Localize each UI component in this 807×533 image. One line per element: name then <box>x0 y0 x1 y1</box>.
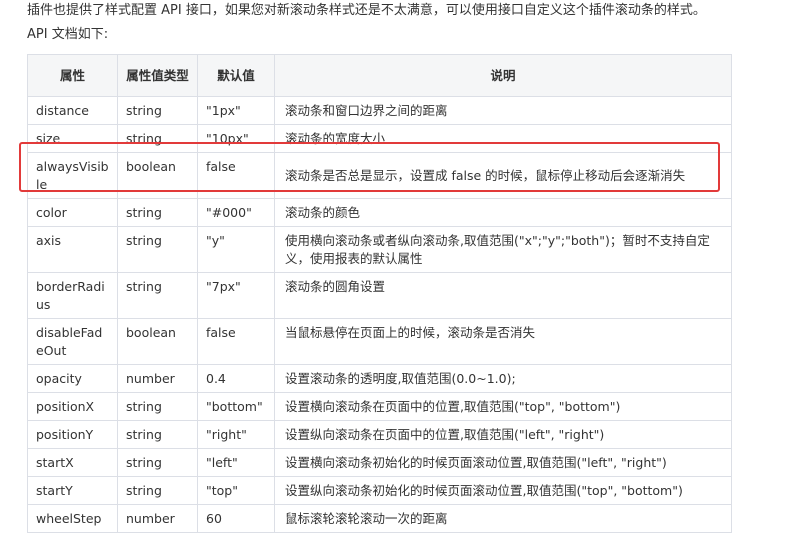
cell-attr: positionY <box>27 420 118 449</box>
cell-desc: 滚动条的颜色 <box>274 198 732 227</box>
cell-desc: 滚动条的宽度大小 <box>274 124 732 153</box>
cell-attr: wheelStep <box>27 504 118 533</box>
api-doc-heading: API 文档如下: <box>27 27 109 42</box>
cell-default: "10px" <box>197 124 275 153</box>
cell-type: string <box>117 272 198 319</box>
cell-attr: opacity <box>27 364 118 393</box>
cell-attr: positionX <box>27 392 118 421</box>
table-row: wheelStep number 60 鼠标滚轮滚轮滚动一次的距离 <box>27 504 732 533</box>
cell-type: string <box>117 392 198 421</box>
cell-type: string <box>117 420 198 449</box>
table-row: positionX string "bottom" 设置横向滚动条在页面中的位置… <box>27 392 732 421</box>
cell-desc: 当鼠标悬停在页面上的时候，滚动条是否消失 <box>274 318 732 365</box>
cell-type: string <box>117 476 198 505</box>
cell-desc: 设置横向滚动条在页面中的位置,取值范围("top", "bottom") <box>274 392 732 421</box>
cell-default: "#000" <box>197 198 275 227</box>
cell-default: "top" <box>197 476 275 505</box>
cell-desc: 鼠标滚轮滚轮滚动一次的距离 <box>274 504 732 533</box>
cell-default: 60 <box>197 504 275 533</box>
cell-default: false <box>197 152 275 199</box>
cell-attr: alwaysVisible <box>27 152 118 199</box>
table-row: disableFadeOut boolean false 当鼠标悬停在页面上的时… <box>27 318 732 365</box>
table-row: axis string "y" 使用横向滚动条或者纵向滚动条,取值范围("x";… <box>27 226 732 273</box>
cell-desc: 滚动条是否总是显示，设置成 false 的时候，鼠标停止移动后会逐渐消失 <box>274 152 732 199</box>
header-desc: 说明 <box>274 54 732 97</box>
table-row: alwaysVisible boolean false 滚动条是否总是显示，设置… <box>27 152 732 199</box>
cell-default: "1px" <box>197 96 275 125</box>
cell-type: string <box>117 124 198 153</box>
table-row: distance string "1px" 滚动条和窗口边界之间的距离 <box>27 96 732 125</box>
table-row: startY string "top" 设置纵向滚动条初始化的时候页面滚动位置,… <box>27 476 732 505</box>
api-table: 属性 属性值类型 默认值 说明 distance string "1px" 滚动… <box>27 54 732 533</box>
table-row: size string "10px" 滚动条的宽度大小 <box>27 124 732 153</box>
cell-attr: startY <box>27 476 118 505</box>
cell-default: 0.4 <box>197 364 275 393</box>
table-row: startX string "left" 设置横向滚动条初始化的时候页面滚动位置… <box>27 448 732 477</box>
cell-type: boolean <box>117 152 198 199</box>
cell-type: string <box>117 448 198 477</box>
cell-attr: size <box>27 124 118 153</box>
intro-paragraph: 插件也提供了样式配置 API 接口，如果您对新滚动条样式还是不太满意，可以使用接… <box>27 3 706 18</box>
header-type: 属性值类型 <box>117 54 198 97</box>
cell-default: "left" <box>197 448 275 477</box>
cell-desc: 设置纵向滚动条初始化的时候页面滚动位置,取值范围("top", "bottom"… <box>274 476 732 505</box>
cell-attr: borderRadius <box>27 272 118 319</box>
cell-type: string <box>117 96 198 125</box>
cell-desc: 使用横向滚动条或者纵向滚动条,取值范围("x";"y";"both")；暂时不支… <box>274 226 732 273</box>
cell-desc: 设置横向滚动条初始化的时候页面滚动位置,取值范围("left", "right"… <box>274 448 732 477</box>
table-header-row: 属性 属性值类型 默认值 说明 <box>27 54 732 97</box>
cell-type: number <box>117 504 198 533</box>
cell-type: boolean <box>117 318 198 365</box>
cell-attr: startX <box>27 448 118 477</box>
table-row: borderRadius string "7px" 滚动条的圆角设置 <box>27 272 732 319</box>
cell-type: string <box>117 226 198 273</box>
cell-default: false <box>197 318 275 365</box>
header-attr: 属性 <box>27 54 118 97</box>
table-row: positionY string "right" 设置纵向滚动条在页面中的位置,… <box>27 420 732 449</box>
cell-attr: color <box>27 198 118 227</box>
table-row: opacity number 0.4 设置滚动条的透明度,取值范围(0.0~1.… <box>27 364 732 393</box>
cell-default: "bottom" <box>197 392 275 421</box>
cell-default: "y" <box>197 226 275 273</box>
cell-type: number <box>117 364 198 393</box>
table-row: color string "#000" 滚动条的颜色 <box>27 198 732 227</box>
cell-attr: distance <box>27 96 118 125</box>
cell-desc: 设置纵向滚动条在页面中的位置,取值范围("left", "right") <box>274 420 732 449</box>
cell-desc: 滚动条和窗口边界之间的距离 <box>274 96 732 125</box>
cell-desc: 设置滚动条的透明度,取值范围(0.0~1.0); <box>274 364 732 393</box>
cell-type: string <box>117 198 198 227</box>
cell-desc: 滚动条的圆角设置 <box>274 272 732 319</box>
cell-attr: axis <box>27 226 118 273</box>
cell-default: "7px" <box>197 272 275 319</box>
header-default: 默认值 <box>197 54 275 97</box>
cell-default: "right" <box>197 420 275 449</box>
cell-attr: disableFadeOut <box>27 318 118 365</box>
